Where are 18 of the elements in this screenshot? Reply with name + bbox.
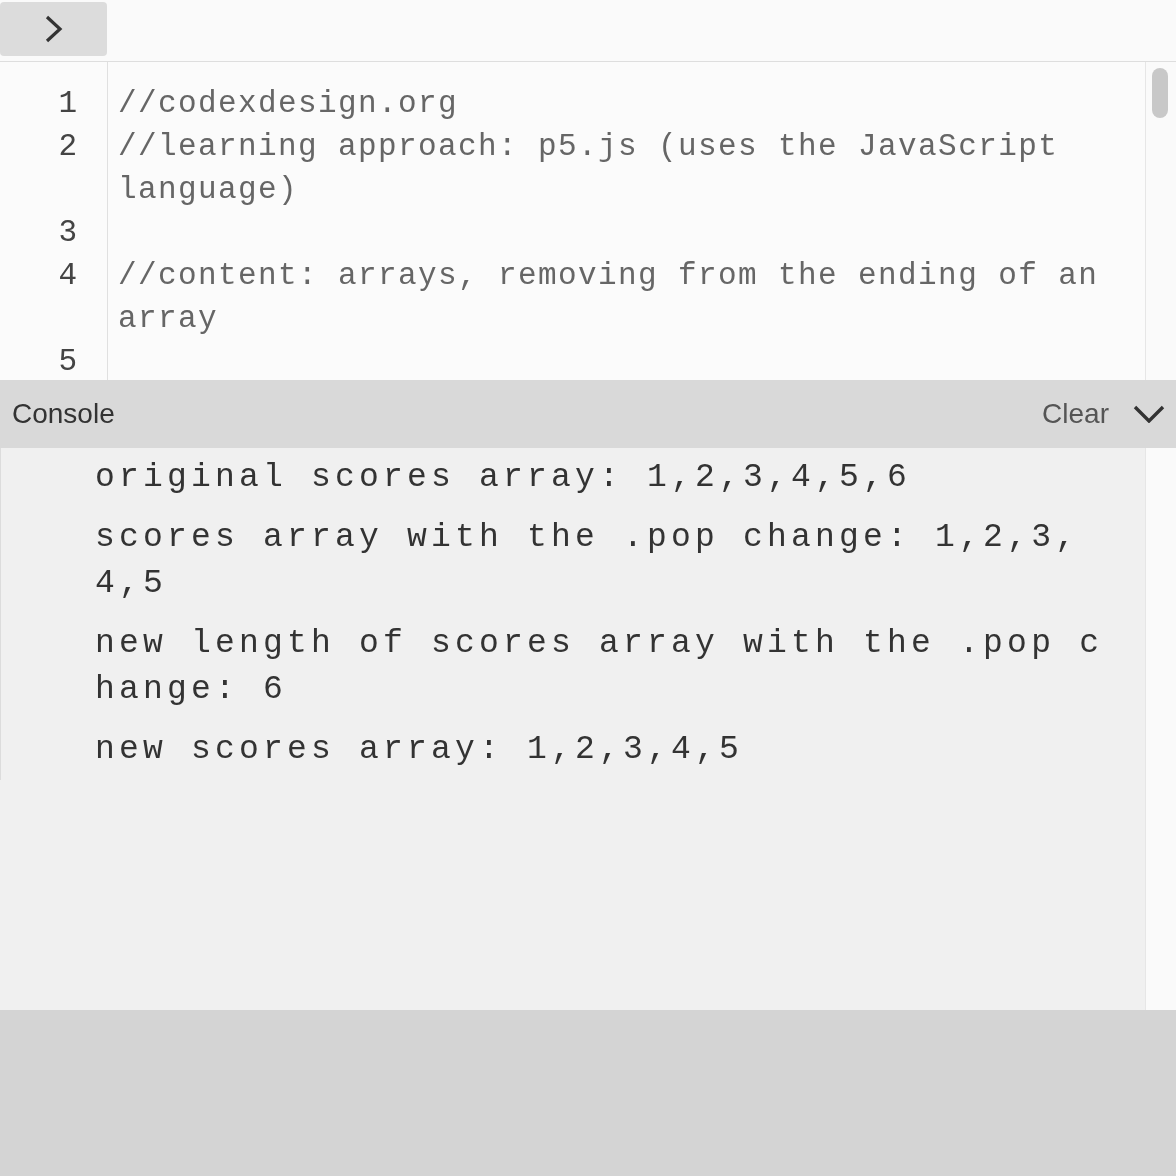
code-line: //content: arrays, removing from the ending of an array [117, 257, 1100, 338]
clear-button[interactable]: Clear [1042, 398, 1109, 430]
console-title: Console [12, 398, 116, 430]
console-message: new scores array: 1,2,3,4,5 [94, 730, 745, 770]
line-number: 1 [57, 85, 78, 123]
chevron-right-icon [44, 15, 63, 43]
line-number: 3 [57, 214, 78, 252]
line-number: 2 [57, 128, 78, 166]
chevron-down-icon[interactable] [1133, 405, 1165, 423]
console-message: scores array with the .pop change: 1,2,3, 4,5 [94, 518, 1081, 604]
line-number: 5 [57, 343, 78, 380]
line-number: 4 [57, 257, 78, 295]
console-message: new length of scores array with the .pop c hange: 6 [94, 624, 1105, 710]
console-message: original scores array: 1,2,3,4,5,6 [94, 458, 913, 498]
code-line: //learning approach: p5.js (uses the JavaScript language) [117, 128, 1060, 209]
code-line: //codexdesign.org [117, 85, 460, 123]
run-button[interactable] [0, 2, 107, 56]
scrollbar-thumb[interactable] [1152, 68, 1168, 118]
